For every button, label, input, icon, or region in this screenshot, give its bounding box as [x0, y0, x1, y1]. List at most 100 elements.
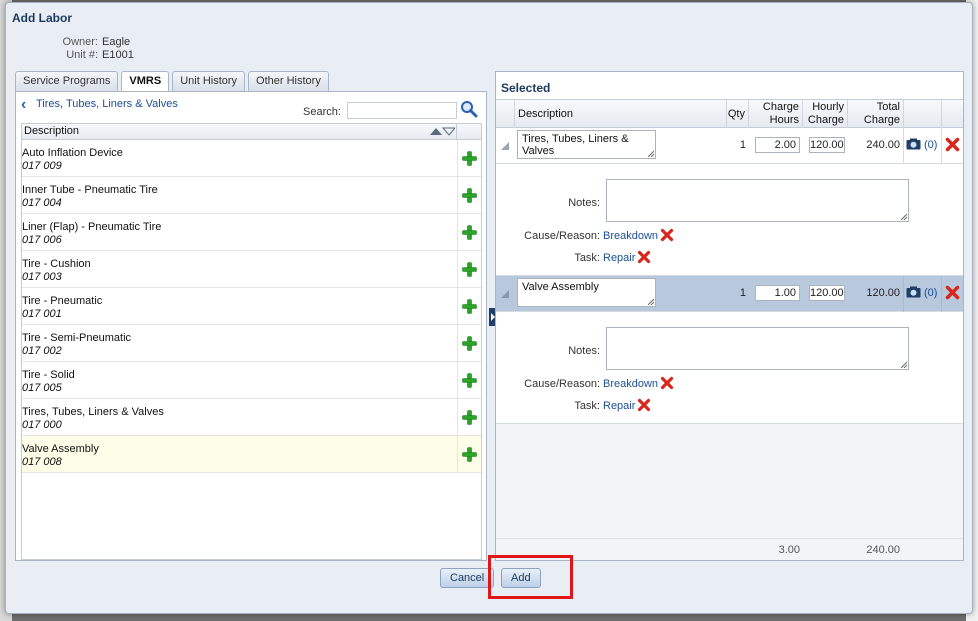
line-qty: 1 — [739, 139, 746, 151]
tab-vmrs[interactable]: VMRS — [121, 71, 170, 92]
item-name: Tire - Solid — [22, 369, 75, 381]
clear-task-icon[interactable] — [637, 250, 651, 264]
header-description: Description — [514, 100, 726, 128]
add-icon[interactable] — [462, 299, 477, 314]
task-link[interactable]: Repair — [603, 400, 635, 412]
tab-unit-history[interactable]: Unit History — [172, 71, 246, 91]
cause-reason-link[interactable]: Breakdown — [603, 378, 658, 390]
list-item[interactable]: Tire - Solid 017 005 — [22, 362, 481, 399]
clear-cause-icon[interactable] — [660, 228, 674, 242]
add-labor-dialog: Add Labor Owner: Eagle Unit #: E1001 Servi… — [5, 2, 973, 614]
notes-input[interactable] — [606, 179, 909, 222]
line-description-input[interactable]: Tires, Tubes, Liners & Valves — [517, 130, 656, 159]
item-code: 017 008 — [22, 456, 62, 468]
attachment-count[interactable]: (0) — [924, 139, 937, 151]
cause-reason-link[interactable]: Breakdown — [603, 230, 658, 242]
chevron-left-icon: ‹ — [21, 96, 27, 113]
list-item[interactable]: Auto Inflation Device 017 009 — [22, 140, 481, 177]
item-code: 017 003 — [22, 271, 62, 283]
add-button-highlight — [488, 555, 573, 599]
item-code: 017 004 — [22, 197, 62, 209]
line-details: Notes: Cause/Reason: Breakdown Task: Rep… — [496, 164, 963, 276]
tab-bar: Service Programs VMRS Unit History Other… — [15, 71, 329, 92]
total-charge-sum: 240.00 — [866, 544, 900, 556]
vmrs-item-rows: Auto Inflation Device 017 009 Inner Tube -… — [22, 140, 481, 473]
item-name: Tire - Pneumatic — [22, 295, 103, 307]
add-icon[interactable] — [462, 262, 477, 277]
hourly-charge-input[interactable]: 120.00 — [809, 285, 845, 301]
add-icon[interactable] — [462, 373, 477, 388]
selected-line[interactable]: Valve Assembly 1 1.00 120.00 120.00 (0) — [496, 276, 963, 312]
item-name: Valve Assembly — [22, 443, 99, 455]
charge-hours-input[interactable]: 2.00 — [755, 137, 800, 153]
expand-triangle-icon[interactable] — [501, 142, 509, 150]
task-link[interactable]: Repair — [603, 252, 635, 264]
add-icon[interactable] — [462, 410, 477, 425]
line-total: 240.00 — [866, 139, 900, 151]
add-icon[interactable] — [462, 225, 477, 240]
task-label: Task: — [574, 400, 600, 412]
vmrs-list: Description Auto Inflation Device 017 009… — [21, 123, 482, 560]
attachment-count[interactable]: (0) — [924, 287, 937, 299]
unit-info: Unit #: E1001 — [58, 49, 134, 61]
item-name: Liner (Flap) - Pneumatic Tire — [22, 221, 162, 233]
delete-line-icon[interactable] — [945, 285, 960, 300]
resize-grip-icon[interactable] — [647, 298, 654, 305]
item-code: 017 006 — [22, 234, 62, 246]
search-input[interactable] — [347, 102, 457, 119]
notes-input[interactable] — [606, 327, 909, 370]
cause-reason-label: Cause/Reason: — [524, 378, 600, 390]
dialog-title: Add Labor — [12, 11, 72, 25]
breadcrumb-back[interactable]: ‹ Tires, Tubes, Liners & Valves — [21, 96, 178, 113]
column-header-description: Description — [24, 125, 80, 137]
resize-grip-icon[interactable] — [900, 361, 907, 368]
tab-service-programs[interactable]: Service Programs — [15, 71, 119, 91]
item-name: Tires, Tubes, Liners & Valves — [22, 406, 164, 418]
list-item[interactable]: Tire - Cushion 017 003 — [22, 251, 481, 288]
owner-value: Eagle — [102, 36, 131, 48]
add-icon[interactable] — [462, 151, 477, 166]
tab-other-history[interactable]: Other History — [248, 71, 329, 91]
header-charge-hours: Charge Hours — [748, 100, 802, 128]
cancel-button[interactable]: Cancel — [440, 568, 495, 588]
resize-grip-icon[interactable] — [647, 150, 654, 157]
line-description-input[interactable]: Valve Assembly — [517, 278, 656, 307]
list-item[interactable]: Valve Assembly 017 008 — [22, 436, 481, 473]
camera-icon[interactable] — [906, 286, 921, 298]
selected-empty-area — [496, 424, 963, 538]
camera-icon[interactable] — [906, 138, 921, 150]
add-icon[interactable] — [462, 447, 477, 462]
add-icon[interactable] — [462, 188, 477, 203]
hourly-charge-input[interactable]: 120.00 — [809, 137, 845, 153]
unit-label: Unit #: — [66, 49, 98, 61]
search-icon[interactable] — [460, 100, 478, 118]
unit-value: E1001 — [102, 49, 134, 61]
owner-label: Owner: — [62, 36, 98, 48]
list-item[interactable]: Tires, Tubes, Liners & Valves 017 000 — [22, 399, 481, 436]
task-label: Task: — [574, 252, 600, 264]
header-hourly-charge: Hourly Charge — [802, 100, 847, 128]
selected-grid-header: Description Qty Charge Hours Hourly Charge… — [496, 99, 963, 128]
breadcrumb-label: Tires, Tubes, Liners & Valves — [36, 98, 178, 110]
list-item[interactable]: Tire - Pneumatic 017 001 — [22, 288, 481, 325]
sort-icon[interactable] — [429, 126, 455, 137]
selected-line[interactable]: Tires, Tubes, Liners & Valves 1 2.00 120… — [496, 128, 963, 164]
list-item[interactable]: Liner (Flap) - Pneumatic Tire 017 006 — [22, 214, 481, 251]
item-code: 017 002 — [22, 345, 62, 357]
delete-line-icon[interactable] — [945, 137, 960, 152]
list-item[interactable]: Tire - Semi-Pneumatic 017 002 — [22, 325, 481, 362]
item-code: 017 009 — [22, 160, 62, 172]
list-item[interactable]: Inner Tube - Pneumatic Tire 017 004 — [22, 177, 481, 214]
clear-task-icon[interactable] — [637, 398, 651, 412]
item-name: Tire - Semi-Pneumatic — [22, 332, 132, 344]
resize-grip-icon[interactable] — [900, 213, 907, 220]
list-header: Description — [22, 124, 481, 140]
item-name: Inner Tube - Pneumatic Tire — [22, 184, 158, 196]
clear-cause-icon[interactable] — [660, 376, 674, 390]
notes-label: Notes: — [568, 345, 600, 357]
search-label: Search: — [303, 106, 341, 118]
charge-hours-input[interactable]: 1.00 — [755, 285, 800, 301]
line-qty: 1 — [739, 287, 746, 299]
add-icon[interactable] — [462, 336, 477, 351]
expand-triangle-icon[interactable] — [501, 290, 509, 298]
